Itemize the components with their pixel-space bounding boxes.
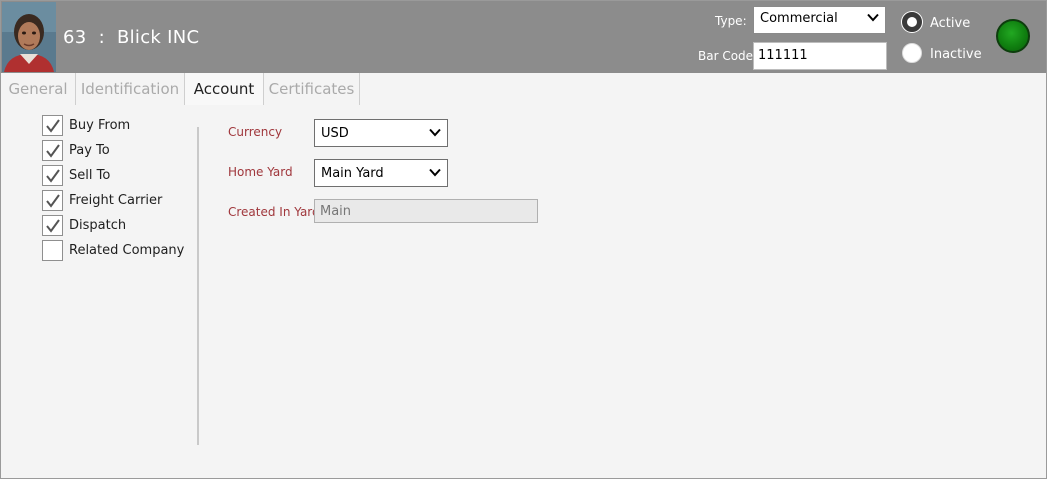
pay-to-label: Pay To <box>69 143 110 158</box>
company-title: 63 : Blick INC <box>63 27 199 48</box>
dispatch-checkbox[interactable] <box>42 215 63 236</box>
barcode-value: 111111 <box>758 48 808 63</box>
tab-general[interactable]: General <box>1 73 76 105</box>
home-yard-label: Home Yard <box>228 165 293 179</box>
home-yard-select[interactable]: Main Yard <box>314 159 448 187</box>
chevron-down-icon <box>429 128 441 137</box>
created-in-yard-label: Created In Yard <box>228 205 320 219</box>
buy-from-checkbox[interactable] <box>42 115 63 136</box>
related-company-label: Related Company <box>69 243 185 258</box>
active-radio-label: Active <box>930 16 971 31</box>
window-frame: 63 : Blick INC Type: Commercial Bar Code… <box>0 0 1047 479</box>
status-indicator-icon <box>996 19 1030 53</box>
checkmark-icon <box>46 169 60 183</box>
tab-account[interactable]: Account <box>185 73 264 105</box>
inactive-radio[interactable] <box>902 43 922 63</box>
checkmark-icon <box>46 119 60 133</box>
created-in-yard-value: Main <box>320 204 352 219</box>
header-bar: 63 : Blick INC Type: Commercial Bar Code… <box>1 1 1046 73</box>
checkmark-icon <box>46 144 60 158</box>
company-avatar <box>2 2 56 72</box>
dispatch-label: Dispatch <box>69 218 127 233</box>
sell-to-checkbox[interactable] <box>42 165 63 186</box>
tab-certificates[interactable]: Certificates <box>264 73 360 105</box>
barcode-input[interactable]: 111111 <box>753 42 887 70</box>
type-select[interactable]: Commercial <box>753 6 886 34</box>
company-id: 63 <box>63 27 87 48</box>
barcode-label: Bar Code <box>698 49 754 63</box>
buy-from-label: Buy From <box>69 118 131 133</box>
created-in-yard-field: Main <box>314 199 538 223</box>
currency-select[interactable]: USD <box>314 119 448 147</box>
section-divider <box>197 127 199 445</box>
sell-to-label: Sell To <box>69 168 111 183</box>
type-label: Type: <box>715 14 747 28</box>
freight-carrier-checkbox[interactable] <box>42 190 63 211</box>
tab-bar: General Identification Account Certifica… <box>1 73 1046 105</box>
checkmark-icon <box>46 219 60 233</box>
chevron-down-icon <box>429 168 441 177</box>
freight-carrier-label: Freight Carrier <box>69 193 163 208</box>
pay-to-checkbox[interactable] <box>42 140 63 161</box>
related-company-checkbox[interactable] <box>42 240 63 261</box>
currency-value: USD <box>321 126 349 141</box>
title-separator: : <box>98 27 105 48</box>
active-radio[interactable] <box>902 12 922 32</box>
tab-identification[interactable]: Identification <box>76 73 185 105</box>
company-name: Blick INC <box>116 27 200 48</box>
home-yard-value: Main Yard <box>321 166 384 181</box>
currency-label: Currency <box>228 125 283 139</box>
chevron-down-icon <box>867 13 879 22</box>
type-select-value: Commercial <box>760 11 838 26</box>
checkmark-icon <box>46 194 60 208</box>
inactive-radio-label: Inactive <box>930 47 982 62</box>
